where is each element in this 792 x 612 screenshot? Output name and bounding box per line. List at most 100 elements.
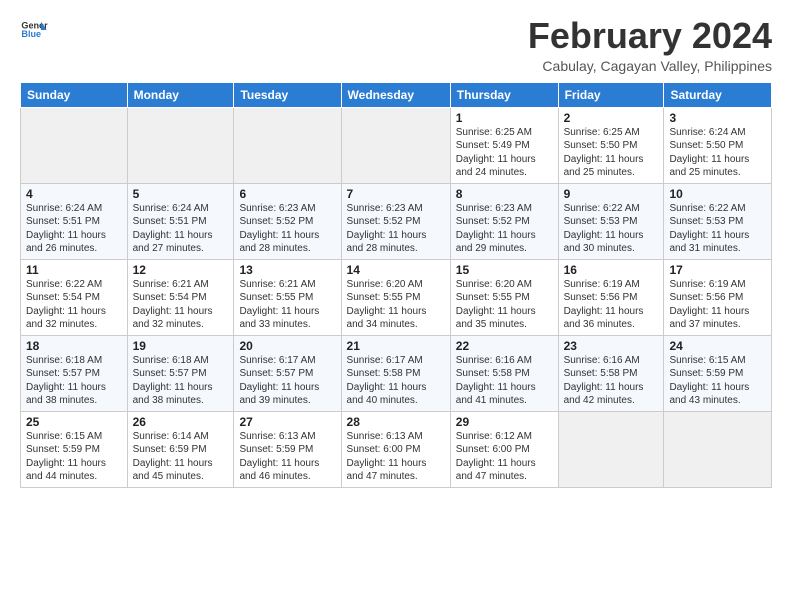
day-number: 11: [26, 263, 122, 277]
day-info: Sunrise: 6:24 AMSunset: 5:51 PMDaylight:…: [133, 202, 229, 256]
week-row-2: 11Sunrise: 6:22 AMSunset: 5:54 PMDayligh…: [21, 259, 772, 335]
week-row-0: 1Sunrise: 6:25 AMSunset: 5:49 PMDaylight…: [21, 107, 772, 183]
day-info: Sunrise: 6:25 AMSunset: 5:50 PMDaylight:…: [564, 126, 659, 180]
day-number: 8: [456, 187, 553, 201]
table-cell: 27Sunrise: 6:13 AMSunset: 5:59 PMDayligh…: [234, 411, 341, 487]
svg-text:Blue: Blue: [21, 29, 41, 39]
table-cell: 9Sunrise: 6:22 AMSunset: 5:53 PMDaylight…: [558, 183, 664, 259]
day-info: Sunrise: 6:15 AMSunset: 5:59 PMDaylight:…: [26, 430, 122, 484]
day-number: 1: [456, 111, 553, 125]
header-saturday: Saturday: [664, 82, 772, 107]
day-number: 12: [133, 263, 229, 277]
day-info: Sunrise: 6:12 AMSunset: 6:00 PMDaylight:…: [456, 430, 553, 484]
day-number: 25: [26, 415, 122, 429]
table-cell: 26Sunrise: 6:14 AMSunset: 6:59 PMDayligh…: [127, 411, 234, 487]
day-number: 23: [564, 339, 659, 353]
day-info: Sunrise: 6:15 AMSunset: 5:59 PMDaylight:…: [669, 354, 766, 408]
logo: General Blue General Blue: [20, 16, 48, 44]
day-number: 3: [669, 111, 766, 125]
table-cell: [558, 411, 664, 487]
table-cell: 19Sunrise: 6:18 AMSunset: 5:57 PMDayligh…: [127, 335, 234, 411]
calendar-table: Sunday Monday Tuesday Wednesday Thursday…: [20, 82, 772, 488]
header-monday: Monday: [127, 82, 234, 107]
week-row-1: 4Sunrise: 6:24 AMSunset: 5:51 PMDaylight…: [21, 183, 772, 259]
logo-icon: General Blue: [20, 16, 48, 44]
table-cell: 17Sunrise: 6:19 AMSunset: 5:56 PMDayligh…: [664, 259, 772, 335]
day-info: Sunrise: 6:16 AMSunset: 5:58 PMDaylight:…: [456, 354, 553, 408]
table-cell: 13Sunrise: 6:21 AMSunset: 5:55 PMDayligh…: [234, 259, 341, 335]
header: General Blue General Blue February 2024 …: [20, 16, 772, 74]
weekday-header-row: Sunday Monday Tuesday Wednesday Thursday…: [21, 82, 772, 107]
day-number: 15: [456, 263, 553, 277]
day-info: Sunrise: 6:23 AMSunset: 5:52 PMDaylight:…: [347, 202, 445, 256]
table-cell: 5Sunrise: 6:24 AMSunset: 5:51 PMDaylight…: [127, 183, 234, 259]
day-number: 9: [564, 187, 659, 201]
header-thursday: Thursday: [450, 82, 558, 107]
header-wednesday: Wednesday: [341, 82, 450, 107]
day-info: Sunrise: 6:19 AMSunset: 5:56 PMDaylight:…: [564, 278, 659, 332]
header-tuesday: Tuesday: [234, 82, 341, 107]
day-info: Sunrise: 6:24 AMSunset: 5:51 PMDaylight:…: [26, 202, 122, 256]
header-friday: Friday: [558, 82, 664, 107]
table-cell: 12Sunrise: 6:21 AMSunset: 5:54 PMDayligh…: [127, 259, 234, 335]
table-cell: 21Sunrise: 6:17 AMSunset: 5:58 PMDayligh…: [341, 335, 450, 411]
day-number: 17: [669, 263, 766, 277]
day-number: 7: [347, 187, 445, 201]
day-info: Sunrise: 6:20 AMSunset: 5:55 PMDaylight:…: [347, 278, 445, 332]
table-cell: [21, 107, 128, 183]
day-number: 18: [26, 339, 122, 353]
day-info: Sunrise: 6:19 AMSunset: 5:56 PMDaylight:…: [669, 278, 766, 332]
table-cell: 10Sunrise: 6:22 AMSunset: 5:53 PMDayligh…: [664, 183, 772, 259]
table-cell: 8Sunrise: 6:23 AMSunset: 5:52 PMDaylight…: [450, 183, 558, 259]
week-row-3: 18Sunrise: 6:18 AMSunset: 5:57 PMDayligh…: [21, 335, 772, 411]
day-number: 2: [564, 111, 659, 125]
day-info: Sunrise: 6:22 AMSunset: 5:53 PMDaylight:…: [669, 202, 766, 256]
day-number: 10: [669, 187, 766, 201]
day-info: Sunrise: 6:23 AMSunset: 5:52 PMDaylight:…: [456, 202, 553, 256]
table-cell: 2Sunrise: 6:25 AMSunset: 5:50 PMDaylight…: [558, 107, 664, 183]
day-info: Sunrise: 6:25 AMSunset: 5:49 PMDaylight:…: [456, 126, 553, 180]
table-cell: 16Sunrise: 6:19 AMSunset: 5:56 PMDayligh…: [558, 259, 664, 335]
table-cell: 20Sunrise: 6:17 AMSunset: 5:57 PMDayligh…: [234, 335, 341, 411]
day-info: Sunrise: 6:17 AMSunset: 5:57 PMDaylight:…: [239, 354, 335, 408]
day-info: Sunrise: 6:22 AMSunset: 5:53 PMDaylight:…: [564, 202, 659, 256]
day-info: Sunrise: 6:20 AMSunset: 5:55 PMDaylight:…: [456, 278, 553, 332]
day-number: 14: [347, 263, 445, 277]
day-number: 5: [133, 187, 229, 201]
day-info: Sunrise: 6:18 AMSunset: 5:57 PMDaylight:…: [26, 354, 122, 408]
table-cell: 4Sunrise: 6:24 AMSunset: 5:51 PMDaylight…: [21, 183, 128, 259]
table-cell: 1Sunrise: 6:25 AMSunset: 5:49 PMDaylight…: [450, 107, 558, 183]
day-info: Sunrise: 6:18 AMSunset: 5:57 PMDaylight:…: [133, 354, 229, 408]
table-cell: 25Sunrise: 6:15 AMSunset: 5:59 PMDayligh…: [21, 411, 128, 487]
table-cell: 6Sunrise: 6:23 AMSunset: 5:52 PMDaylight…: [234, 183, 341, 259]
header-sunday: Sunday: [21, 82, 128, 107]
table-cell: 24Sunrise: 6:15 AMSunset: 5:59 PMDayligh…: [664, 335, 772, 411]
title-section: February 2024 Cabulay, Cagayan Valley, P…: [528, 16, 772, 74]
day-number: 22: [456, 339, 553, 353]
subtitle: Cabulay, Cagayan Valley, Philippines: [528, 58, 772, 74]
day-info: Sunrise: 6:14 AMSunset: 6:59 PMDaylight:…: [133, 430, 229, 484]
day-info: Sunrise: 6:17 AMSunset: 5:58 PMDaylight:…: [347, 354, 445, 408]
day-number: 27: [239, 415, 335, 429]
table-cell: 23Sunrise: 6:16 AMSunset: 5:58 PMDayligh…: [558, 335, 664, 411]
table-cell: 29Sunrise: 6:12 AMSunset: 6:00 PMDayligh…: [450, 411, 558, 487]
day-number: 19: [133, 339, 229, 353]
day-number: 24: [669, 339, 766, 353]
table-cell: [664, 411, 772, 487]
day-number: 20: [239, 339, 335, 353]
table-cell: [234, 107, 341, 183]
day-info: Sunrise: 6:22 AMSunset: 5:54 PMDaylight:…: [26, 278, 122, 332]
table-cell: 22Sunrise: 6:16 AMSunset: 5:58 PMDayligh…: [450, 335, 558, 411]
day-number: 21: [347, 339, 445, 353]
day-info: Sunrise: 6:21 AMSunset: 5:54 PMDaylight:…: [133, 278, 229, 332]
table-cell: 3Sunrise: 6:24 AMSunset: 5:50 PMDaylight…: [664, 107, 772, 183]
day-number: 29: [456, 415, 553, 429]
table-cell: 18Sunrise: 6:18 AMSunset: 5:57 PMDayligh…: [21, 335, 128, 411]
day-number: 4: [26, 187, 122, 201]
table-cell: 15Sunrise: 6:20 AMSunset: 5:55 PMDayligh…: [450, 259, 558, 335]
table-cell: [127, 107, 234, 183]
day-number: 6: [239, 187, 335, 201]
table-cell: 7Sunrise: 6:23 AMSunset: 5:52 PMDaylight…: [341, 183, 450, 259]
table-cell: 11Sunrise: 6:22 AMSunset: 5:54 PMDayligh…: [21, 259, 128, 335]
week-row-4: 25Sunrise: 6:15 AMSunset: 5:59 PMDayligh…: [21, 411, 772, 487]
